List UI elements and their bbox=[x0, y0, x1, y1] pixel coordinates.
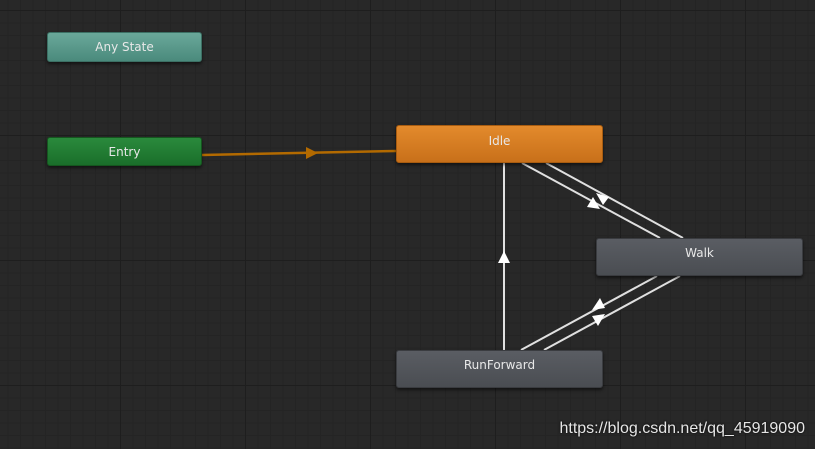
watermark-text: https://blog.csdn.net/qq_45919090 bbox=[559, 420, 805, 437]
transition-walk-to-idle[interactable] bbox=[545, 162, 684, 239]
transition-entry-to-idle[interactable] bbox=[201, 149, 397, 157]
transition-run-to-walk[interactable] bbox=[543, 275, 681, 351]
idle-state-node[interactable]: Idle bbox=[396, 125, 603, 163]
run-forward-state-node[interactable]: RunForward bbox=[396, 350, 603, 388]
transition-arrow-entry-to-idle bbox=[306, 147, 318, 159]
walk-state-node[interactable]: Walk bbox=[596, 238, 803, 276]
run-forward-label: RunForward bbox=[463, 358, 536, 372]
any-state-label: Any State bbox=[95, 40, 154, 54]
idle-label: Idle bbox=[488, 134, 511, 148]
transition-arrow-run-to-idle bbox=[498, 251, 510, 263]
transition-walk-to-run[interactable] bbox=[520, 275, 658, 351]
any-state-node[interactable]: Any State bbox=[47, 32, 202, 62]
walk-label: Walk bbox=[685, 246, 714, 260]
entry-node[interactable]: Entry bbox=[47, 137, 202, 166]
transition-arrow-walk-to-run bbox=[592, 314, 605, 326]
transition-arrow-run-to-walk bbox=[592, 298, 605, 310]
entry-label: Entry bbox=[108, 144, 141, 159]
